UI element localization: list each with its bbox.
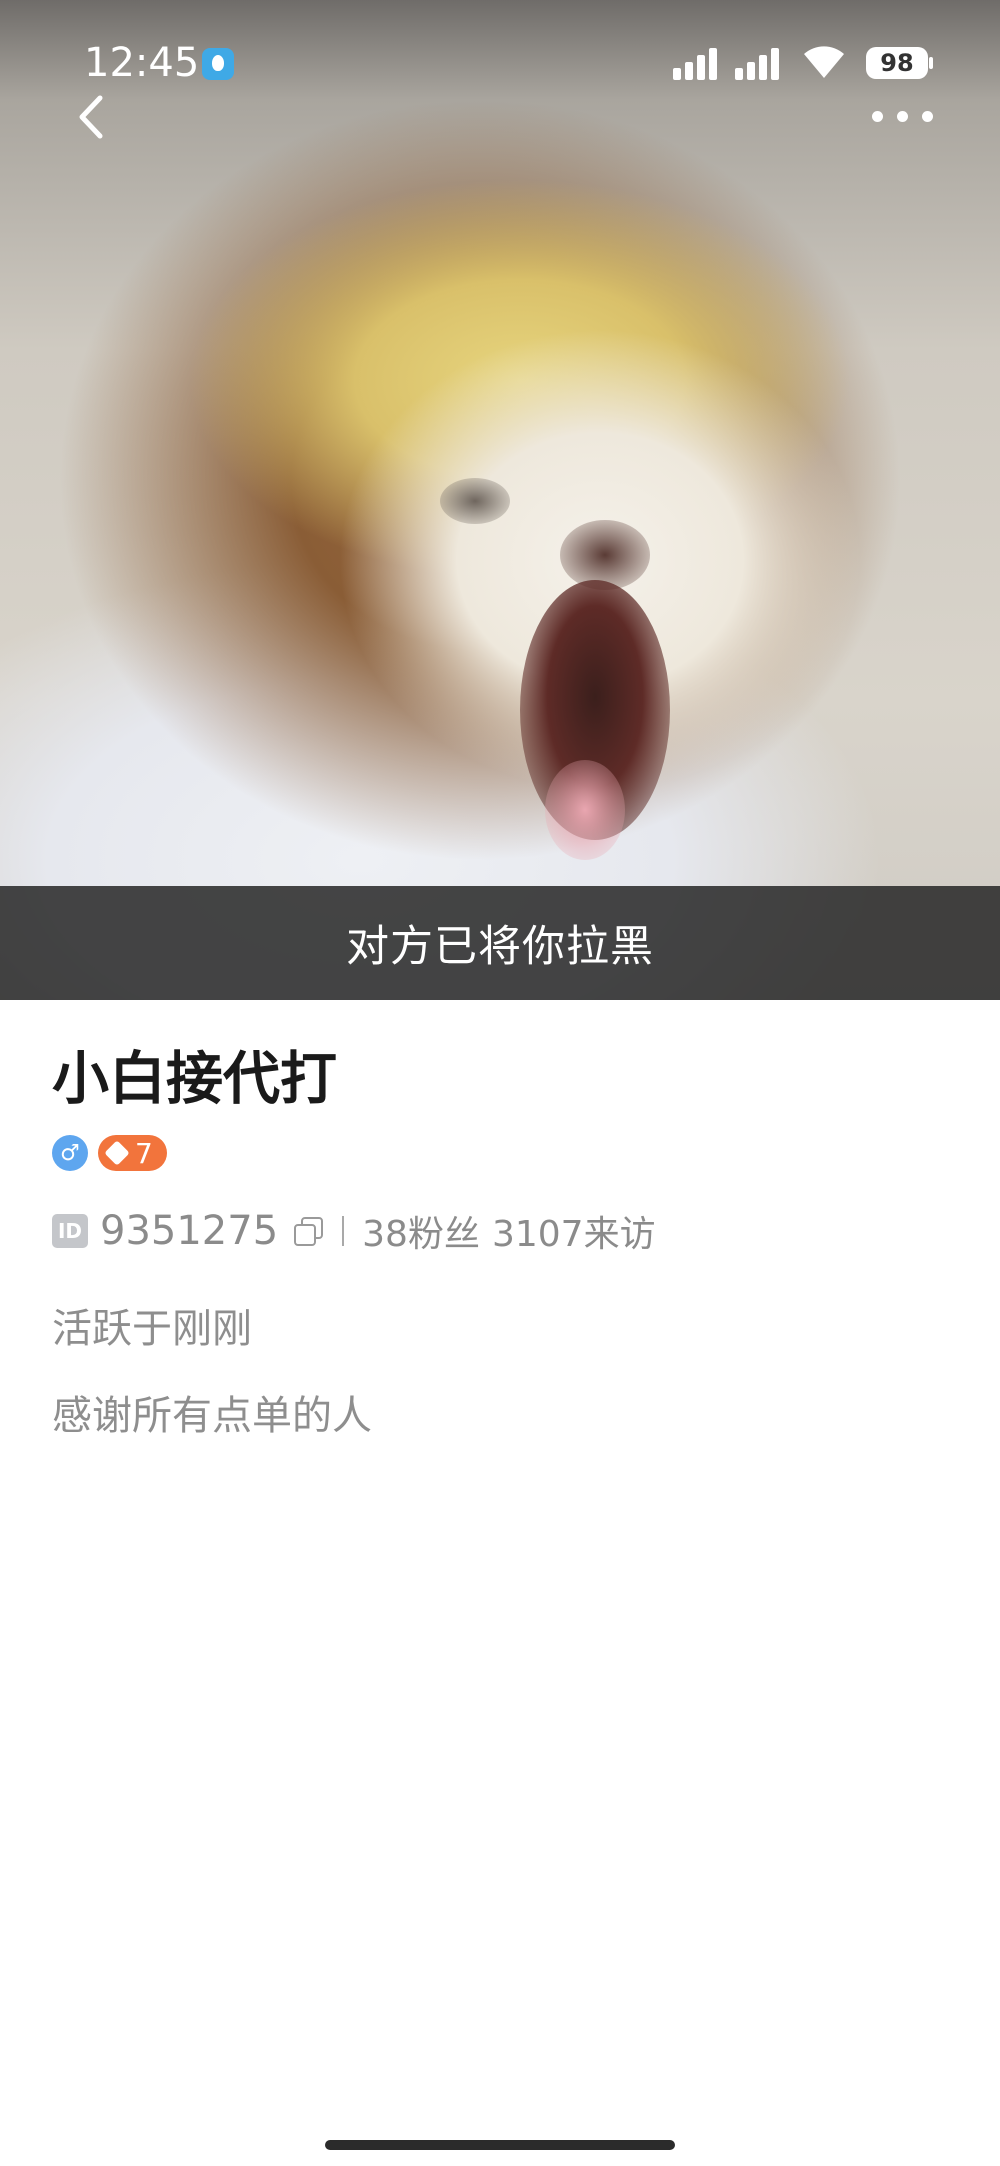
status-time: 12:45 bbox=[84, 40, 200, 86]
status-bar: 12:45 98 bbox=[0, 0, 1000, 120]
wifi-icon bbox=[804, 46, 844, 78]
meta-divider bbox=[342, 1216, 345, 1246]
chevron-left-icon bbox=[79, 95, 103, 139]
user-badges: ♂ 7 bbox=[52, 1135, 167, 1171]
back-button[interactable] bbox=[70, 92, 114, 142]
user-nickname: 小白接代打 bbox=[52, 1046, 337, 1112]
battery-tip bbox=[929, 57, 933, 69]
user-id: 9351275 bbox=[100, 1208, 279, 1254]
battery-icon: 98 bbox=[866, 47, 928, 79]
user-bio: 感谢所有点单的人 bbox=[52, 1393, 372, 1439]
profile-cover-image[interactable]: 对方已将你拉黑 bbox=[0, 0, 1000, 1000]
id-icon: ID bbox=[52, 1214, 88, 1248]
profile-header: 小白接代打 bbox=[52, 1040, 952, 1118]
signal-icon bbox=[673, 46, 723, 80]
active-status: 活跃于刚刚 bbox=[52, 1306, 252, 1352]
more-dots-icon bbox=[872, 111, 883, 122]
cover-image-detail bbox=[560, 520, 650, 590]
more-dots-icon bbox=[897, 111, 908, 122]
level-badge[interactable]: 7 bbox=[98, 1135, 167, 1171]
battery-level: 98 bbox=[880, 49, 914, 77]
home-indicator[interactable] bbox=[325, 2140, 675, 2150]
visits-count[interactable]: 3107来访 bbox=[492, 1205, 656, 1257]
diamond-icon bbox=[104, 1140, 130, 1166]
level-value: 7 bbox=[135, 1136, 153, 1170]
app-notification-icon bbox=[202, 48, 234, 80]
cover-image-detail bbox=[440, 478, 510, 524]
copy-icon[interactable] bbox=[292, 1216, 324, 1246]
more-dots-icon bbox=[922, 111, 933, 122]
signal-icon bbox=[735, 46, 785, 80]
fans-count[interactable]: 38粉丝 bbox=[362, 1205, 480, 1257]
user-meta-row: ID 9351275 38粉丝 3107来访 bbox=[52, 1205, 656, 1257]
blocked-notice-banner: 对方已将你拉黑 bbox=[0, 886, 1000, 1000]
male-gender-icon: ♂ bbox=[52, 1135, 88, 1171]
more-options-button[interactable] bbox=[868, 103, 938, 129]
cover-image-detail bbox=[545, 760, 625, 860]
